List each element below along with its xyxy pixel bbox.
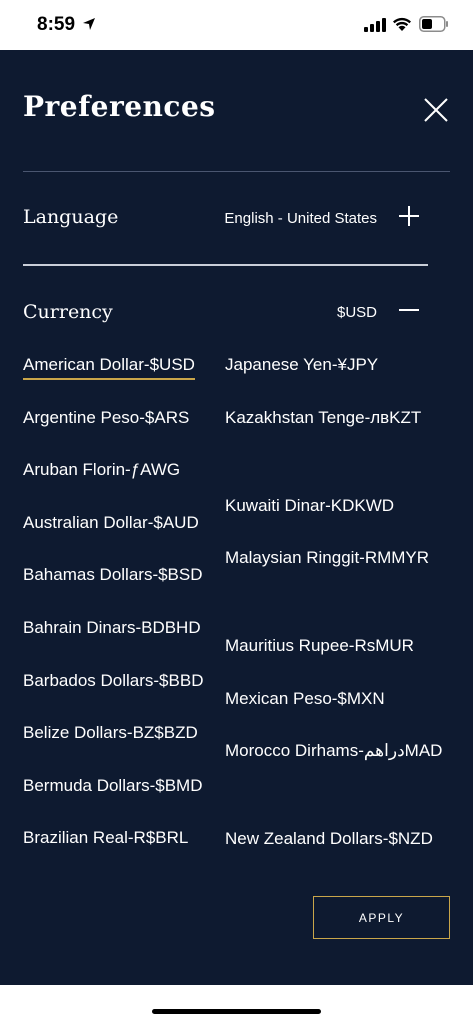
currency-option-kwd[interactable]: Kuwaiti Dinar-KDKWD [225, 488, 455, 541]
status-bar: 8:59 [0, 0, 473, 50]
currency-option-jpy[interactable]: Japanese Yen-¥JPY [225, 356, 455, 400]
plus-icon[interactable] [398, 205, 420, 227]
currency-option-usd[interactable]: American Dollar-$USD [23, 356, 223, 409]
currency-column-right: Japanese Yen-¥JPY Kazakhstan Tenge-лвKZT… [225, 356, 455, 850]
page-title: Preferences [23, 90, 216, 123]
currency-option-mad[interactable]: Morocco Dirhams-دراهمMAD [225, 733, 455, 821]
currency-option-myr[interactable]: Malaysian Ringgit-RMMYR [225, 540, 455, 628]
currency-option-nzd[interactable]: New Zealand Dollars-$NZD [225, 821, 455, 850]
divider [23, 264, 428, 266]
currency-option-ars[interactable]: Argentine Peso-$ARS [23, 408, 223, 462]
language-value[interactable]: English - United States [224, 210, 377, 227]
apply-button[interactable]: APPLY [313, 896, 450, 939]
currency-option-aud[interactable]: Australian Dollar-$AUD [23, 513, 223, 567]
preferences-panel: Preferences Language English - United St… [0, 50, 473, 985]
currency-value[interactable]: $USD [337, 304, 377, 321]
location-arrow-icon [83, 18, 95, 30]
language-label: Language [23, 206, 119, 228]
currency-column-left: American Dollar-$USD Argentine Peso-$ARS… [23, 356, 223, 850]
status-time: 8:59 [37, 14, 76, 35]
home-indicator[interactable] [152, 1009, 321, 1014]
divider [23, 171, 450, 172]
home-bar-area [0, 985, 473, 1024]
minus-icon[interactable] [398, 299, 420, 321]
currency-option-kzt[interactable]: Kazakhstan Tenge-лвKZT [225, 400, 455, 488]
currency-option-bmd[interactable]: Bermuda Dollars-$BMD [23, 776, 223, 830]
currency-options-list[interactable]: American Dollar-$USD Argentine Peso-$ARS… [0, 356, 473, 850]
currency-option-awg[interactable]: Aruban Florin-ƒAWG [23, 461, 223, 514]
close-icon[interactable] [422, 96, 450, 124]
currency-option-bzd[interactable]: Belize Dollars-BZ$BZD [23, 724, 223, 777]
currency-option-bbd[interactable]: Barbados Dollars-$BBD [23, 671, 223, 725]
currency-label: Currency [23, 301, 113, 323]
currency-option-mxn[interactable]: Mexican Peso-$MXN [225, 681, 455, 734]
currency-option-mur[interactable]: Mauritius Rupee-RsMUR [225, 628, 455, 681]
wifi-icon [393, 17, 411, 31]
currency-option-brl[interactable]: Brazilian Real-R$BRL [23, 829, 223, 850]
currency-option-bhd[interactable]: Bahrain Dinars-BDBHD [23, 618, 223, 672]
battery-icon [419, 16, 448, 32]
signal-icon [364, 18, 386, 32]
currency-option-bsd[interactable]: Bahamas Dollars-$BSD [23, 566, 223, 619]
